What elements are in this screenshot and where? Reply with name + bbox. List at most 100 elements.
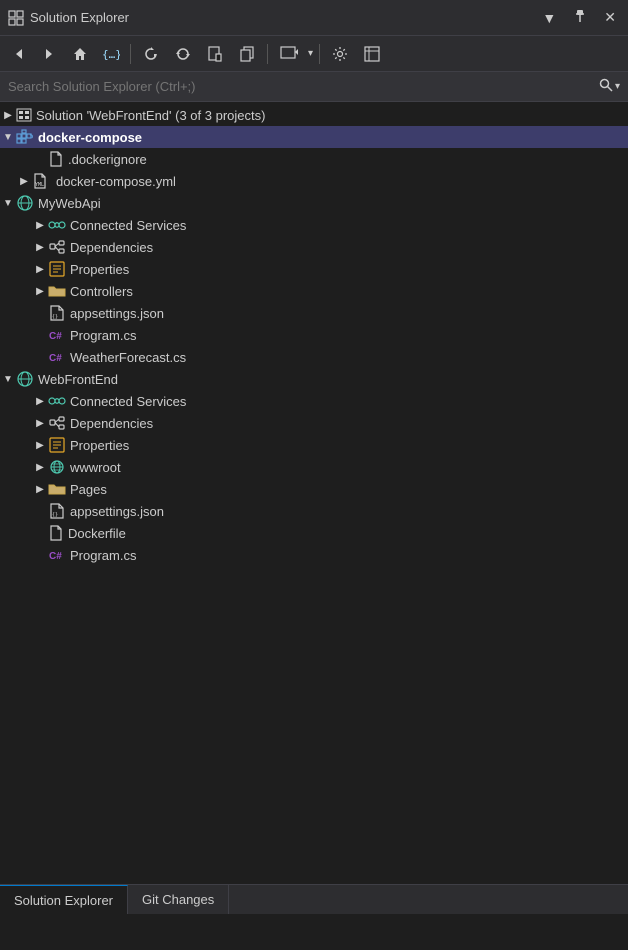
bottom-tabs: Solution ExplorerGit Changes — [0, 884, 628, 914]
properties-icon — [48, 437, 66, 453]
dependencies-icon — [48, 239, 66, 255]
tree-item-dockerignore[interactable]: .dockerignore — [0, 148, 628, 170]
label-webfrontend-wwwroot: wwwroot — [70, 460, 121, 475]
solution-icon — [16, 107, 32, 123]
search-bar: ▾ — [0, 72, 628, 102]
target-button[interactable] — [274, 42, 304, 66]
icon-mywebapi-props — [48, 261, 66, 277]
dropdown-btn[interactable]: ▼ — [538, 8, 560, 28]
tree-item-webfrontend-wwwroot[interactable]: ▶ wwwroot — [0, 456, 628, 478]
properties-icon — [48, 261, 66, 277]
label-webfrontend-connected: Connected Services — [70, 394, 186, 409]
refresh-button[interactable] — [169, 42, 197, 66]
bottom-tab-solution-explorer[interactable]: Solution Explorer — [0, 885, 128, 914]
settings-button[interactable] — [326, 42, 354, 66]
back-button[interactable] — [6, 43, 32, 65]
tree-item-mywebapi-connected[interactable]: ▶ Connected Services — [0, 214, 628, 236]
expand-arrow-mywebapi-connected[interactable]: ▶ — [32, 220, 48, 231]
page-icon — [207, 46, 223, 62]
tree-item-webfrontend-appsettings[interactable]: {} appsettings.json — [0, 500, 628, 522]
svg-text:C#: C# — [49, 551, 62, 562]
icon-dockerignore — [48, 151, 64, 167]
expand-arrow-mywebapi-props[interactable]: ▶ — [32, 264, 48, 275]
target-icon — [280, 46, 298, 62]
expand-arrow-webfrontend-wwwroot[interactable]: ▶ — [32, 462, 48, 473]
icon-webfrontend-program: C# — [48, 547, 66, 563]
yml-icon: YML — [32, 173, 52, 189]
project-icon — [16, 371, 34, 387]
expand-arrow-mywebapi-controllers[interactable]: ▶ — [32, 286, 48, 297]
search-input[interactable] — [8, 79, 599, 94]
forward-button[interactable] — [36, 43, 62, 65]
solution-item[interactable]: ▶ Solution 'WebFrontEnd' (3 of 3 project… — [0, 104, 628, 126]
expand-arrow-webfrontend-connected[interactable]: ▶ — [32, 396, 48, 407]
expand-arrow-MyWebApi[interactable]: ▼ — [0, 198, 16, 209]
tree-item-mywebapi-program[interactable]: C# Program.cs — [0, 324, 628, 346]
connected-icon — [48, 217, 66, 233]
search-icon[interactable] — [599, 78, 613, 95]
cs-icon: C# — [48, 349, 66, 365]
title-bar-left: Solution Explorer — [8, 10, 129, 26]
label-docker-compose: docker-compose — [38, 130, 142, 145]
label-docker-compose-yml: docker-compose.yml — [56, 174, 176, 189]
close-btn[interactable]: ✕ — [600, 7, 620, 28]
target-dropdown[interactable]: ▾ — [308, 48, 313, 59]
icon-webfrontend-dockerfile — [48, 525, 64, 541]
icon-webfrontend-props — [48, 437, 66, 453]
label-mywebapi-deps: Dependencies — [70, 240, 153, 255]
svg-text:YML: YML — [35, 182, 44, 188]
home-button[interactable] — [66, 42, 94, 66]
icon-mywebapi-connected — [48, 217, 66, 233]
tree-item-MyWebApi[interactable]: ▼ MyWebApi — [0, 192, 628, 214]
expand-arrow-webfrontend-pages[interactable]: ▶ — [32, 484, 48, 495]
home-icon — [72, 46, 88, 62]
copy-button[interactable] — [233, 42, 261, 66]
tree-item-mywebapi-props[interactable]: ▶ Properties — [0, 258, 628, 280]
search-dropdown[interactable]: ▾ — [615, 81, 620, 92]
tree-item-docker-compose-yml[interactable]: ▶ YML docker-compose.yml — [0, 170, 628, 192]
page-button[interactable] — [201, 42, 229, 66]
label-mywebapi-weatherforecast: WeatherForecast.cs — [70, 350, 186, 365]
vs-button[interactable]: {…} — [98, 44, 124, 64]
file-icon — [48, 151, 64, 167]
tree-item-mywebapi-appsettings[interactable]: {} appsettings.json — [0, 302, 628, 324]
pin-icon — [572, 8, 588, 24]
tree-item-webfrontend-connected[interactable]: ▶ Connected Services — [0, 390, 628, 412]
refresh-icon — [175, 46, 191, 62]
tree-item-webfrontend-dockerfile[interactable]: Dockerfile — [0, 522, 628, 544]
expand-arrow-mywebapi-deps[interactable]: ▶ — [32, 242, 48, 253]
expand-arrow-docker-compose-yml[interactable]: ▶ — [16, 176, 32, 187]
pin-btn[interactable] — [568, 6, 592, 29]
tree-item-webfrontend-deps[interactable]: ▶ Dependencies — [0, 412, 628, 434]
settings-icon — [332, 46, 348, 62]
tree-item-mywebapi-weatherforecast[interactable]: C# WeatherForecast.cs — [0, 346, 628, 368]
preview-button[interactable] — [358, 42, 386, 66]
svg-text:C#: C# — [49, 353, 62, 364]
expand-arrow-docker-compose[interactable]: ▼ — [0, 132, 16, 143]
bottom-tab-git-changes[interactable]: Git Changes — [128, 885, 229, 914]
dependencies-icon — [48, 415, 66, 431]
label-mywebapi-connected: Connected Services — [70, 218, 186, 233]
toolbar: {…} — [0, 36, 628, 72]
label-webfrontend-appsettings: appsettings.json — [70, 504, 164, 519]
copy-icon — [239, 46, 255, 62]
label-mywebapi-props: Properties — [70, 262, 129, 277]
tree-item-WebFrontEnd[interactable]: ▼ WebFrontEnd — [0, 368, 628, 390]
tree-item-webfrontend-props[interactable]: ▶ Properties — [0, 434, 628, 456]
expand-arrow-WebFrontEnd[interactable]: ▼ — [0, 374, 16, 385]
icon-WebFrontEnd — [16, 371, 34, 387]
expand-arrow-webfrontend-deps[interactable]: ▶ — [32, 418, 48, 429]
tree-item-mywebapi-deps[interactable]: ▶ Dependencies — [0, 236, 628, 258]
label-dockerignore: .dockerignore — [68, 152, 147, 167]
sync-button[interactable] — [137, 42, 165, 66]
tree-item-docker-compose[interactable]: ▼ docker-compose — [0, 126, 628, 148]
tree-item-webfrontend-pages[interactable]: ▶ Pages — [0, 478, 628, 500]
tree-item-webfrontend-program[interactable]: C# Program.cs — [0, 544, 628, 566]
icon-mywebapi-controllers — [48, 283, 66, 299]
forward-icon — [42, 47, 56, 61]
expand-arrow-webfrontend-props[interactable]: ▶ — [32, 440, 48, 451]
label-webfrontend-props: Properties — [70, 438, 129, 453]
title-label: Solution Explorer — [30, 10, 129, 25]
tree-item-mywebapi-controllers[interactable]: ▶ Controllers — [0, 280, 628, 302]
title-bar-right: ▼ ✕ — [538, 6, 620, 29]
